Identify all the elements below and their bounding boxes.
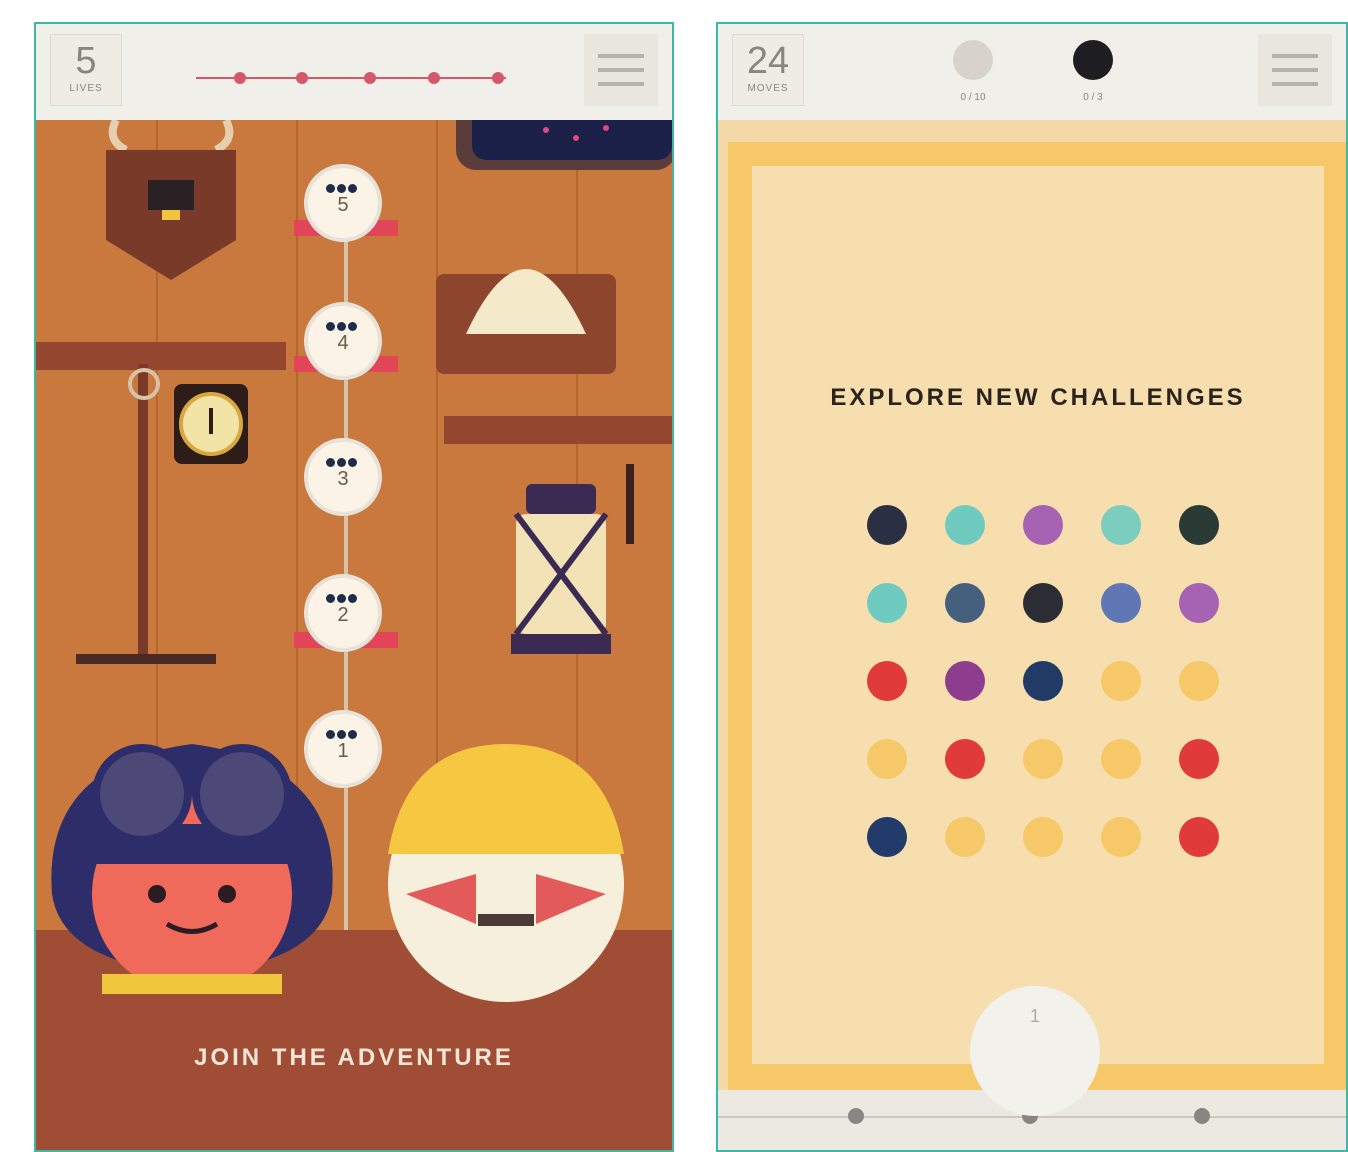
- board-dot[interactable]: [1082, 564, 1160, 642]
- join-adventure-banner: JOIN THE ADVENTURE: [194, 1044, 514, 1071]
- goal-indicator: 0 / 3: [1058, 34, 1128, 103]
- dot-piece: [1179, 505, 1219, 545]
- board-dot[interactable]: [848, 798, 926, 876]
- dot-piece: [1179, 583, 1219, 623]
- dot-board: [848, 486, 1268, 886]
- stars-indicator: [326, 180, 360, 193]
- aviator-girl-avatar: [51, 744, 333, 994]
- level-node[interactable]: 4: [304, 302, 382, 380]
- goal-indicators: 0 / 10 0 / 3: [938, 34, 1138, 114]
- dot-piece: [867, 739, 907, 779]
- lives-value: 5: [75, 40, 97, 82]
- lantern: [511, 464, 634, 654]
- board-dot[interactable]: [926, 642, 1004, 720]
- window: [456, 120, 672, 170]
- anchor-icon: [953, 40, 993, 80]
- board-dot[interactable]: [1160, 642, 1238, 720]
- board-dot[interactable]: [926, 486, 1004, 564]
- dot-piece: [1023, 661, 1063, 701]
- board-dot[interactable]: [926, 564, 1004, 642]
- level-number: 4: [337, 332, 349, 354]
- dot-piece: [945, 583, 985, 623]
- level-nav-node[interactable]: [1194, 1108, 1210, 1124]
- board-dot[interactable]: [848, 486, 926, 564]
- dot-piece: [1023, 817, 1063, 857]
- seashell: [436, 269, 616, 374]
- board-dot[interactable]: [848, 720, 926, 798]
- board-dot[interactable]: [1160, 798, 1238, 876]
- board-dot[interactable]: [1160, 486, 1238, 564]
- board-dot[interactable]: [848, 564, 926, 642]
- dot-piece: [867, 661, 907, 701]
- dot-piece: [1179, 661, 1219, 701]
- anchor-icon: [1073, 40, 1113, 80]
- board-dot[interactable]: [1082, 798, 1160, 876]
- level-number: 2: [337, 604, 349, 626]
- board-dot[interactable]: [1082, 720, 1160, 798]
- current-level-number: 1: [1029, 1006, 1040, 1026]
- moves-label: MOVES: [747, 83, 789, 94]
- stars-indicator: [326, 454, 360, 467]
- board-dot[interactable]: [1004, 720, 1082, 798]
- board-dot[interactable]: [1004, 486, 1082, 564]
- clock: [174, 384, 248, 464]
- level-nav-node[interactable]: [848, 1108, 864, 1124]
- board-dot[interactable]: [926, 720, 1004, 798]
- moves-value: 24: [746, 40, 790, 82]
- goal-progress: 0 / 3: [1083, 92, 1103, 103]
- level-node[interactable]: 3: [304, 438, 382, 516]
- board-dot[interactable]: [1082, 486, 1160, 564]
- goal-progress: 0 / 10: [960, 92, 986, 103]
- antler-trophy: [106, 120, 236, 280]
- dot-piece: [1179, 817, 1219, 857]
- dot-piece: [1101, 739, 1141, 779]
- lives-counter: 5 LIVES: [50, 34, 122, 106]
- lives-label: LIVES: [69, 83, 103, 94]
- level-node[interactable]: 5: [304, 164, 382, 242]
- level-number: 5: [337, 194, 349, 216]
- dot-piece: [1023, 583, 1063, 623]
- dot-piece: [945, 505, 985, 545]
- goal-indicator: 0 / 10: [938, 34, 1008, 103]
- board-dot[interactable]: [1004, 798, 1082, 876]
- dot-piece: [1101, 505, 1141, 545]
- wall-shelf: [444, 416, 672, 444]
- left-top-bar: 5 LIVES: [36, 24, 672, 120]
- board-dot[interactable]: [1004, 642, 1082, 720]
- board-frame: EXPLORE NEW CHALLENGES: [728, 142, 1346, 1092]
- right-game-screen: 24 MOVES 0 / 10 0 / 3 EXPLORE NEW CHALLE…: [716, 22, 1348, 1152]
- dot-piece: [945, 817, 985, 857]
- dot-piece: [1023, 505, 1063, 545]
- menu-button[interactable]: [584, 34, 658, 106]
- board-dot[interactable]: [926, 798, 1004, 876]
- dot-piece: [945, 661, 985, 701]
- old-sailor-avatar: [388, 744, 624, 1002]
- dot-piece: [1101, 661, 1141, 701]
- dot-piece: [867, 583, 907, 623]
- board-dot[interactable]: [1004, 564, 1082, 642]
- dot-piece: [1101, 817, 1141, 857]
- board-dot[interactable]: [1160, 720, 1238, 798]
- moves-counter: 24 MOVES: [732, 34, 804, 106]
- dot-piece: [867, 817, 907, 857]
- level-node[interactable]: 2: [304, 574, 382, 652]
- dot-piece: [1101, 583, 1141, 623]
- board-dot[interactable]: [1160, 564, 1238, 642]
- stars-indicator: [326, 590, 360, 603]
- level-number: 3: [337, 468, 349, 490]
- menu-button[interactable]: [1258, 34, 1332, 106]
- current-level-badge: 1: [970, 986, 1100, 1116]
- right-top-bar: 24 MOVES 0 / 10 0 / 3: [718, 24, 1346, 120]
- challenge-headline: EXPLORE NEW CHALLENGES: [830, 384, 1246, 411]
- dot-piece: [1023, 739, 1063, 779]
- left-game-screen: 5 4 3 2 1 5 LIVES JOIN THE ADVENTURE: [34, 22, 674, 1152]
- dot-piece: [867, 505, 907, 545]
- board-dot[interactable]: [848, 642, 926, 720]
- dot-piece: [1179, 739, 1219, 779]
- dot-piece: [945, 739, 985, 779]
- board-dot[interactable]: [1082, 642, 1160, 720]
- board-area: EXPLORE NEW CHALLENGES: [752, 166, 1324, 1064]
- stars-indicator: [326, 318, 360, 331]
